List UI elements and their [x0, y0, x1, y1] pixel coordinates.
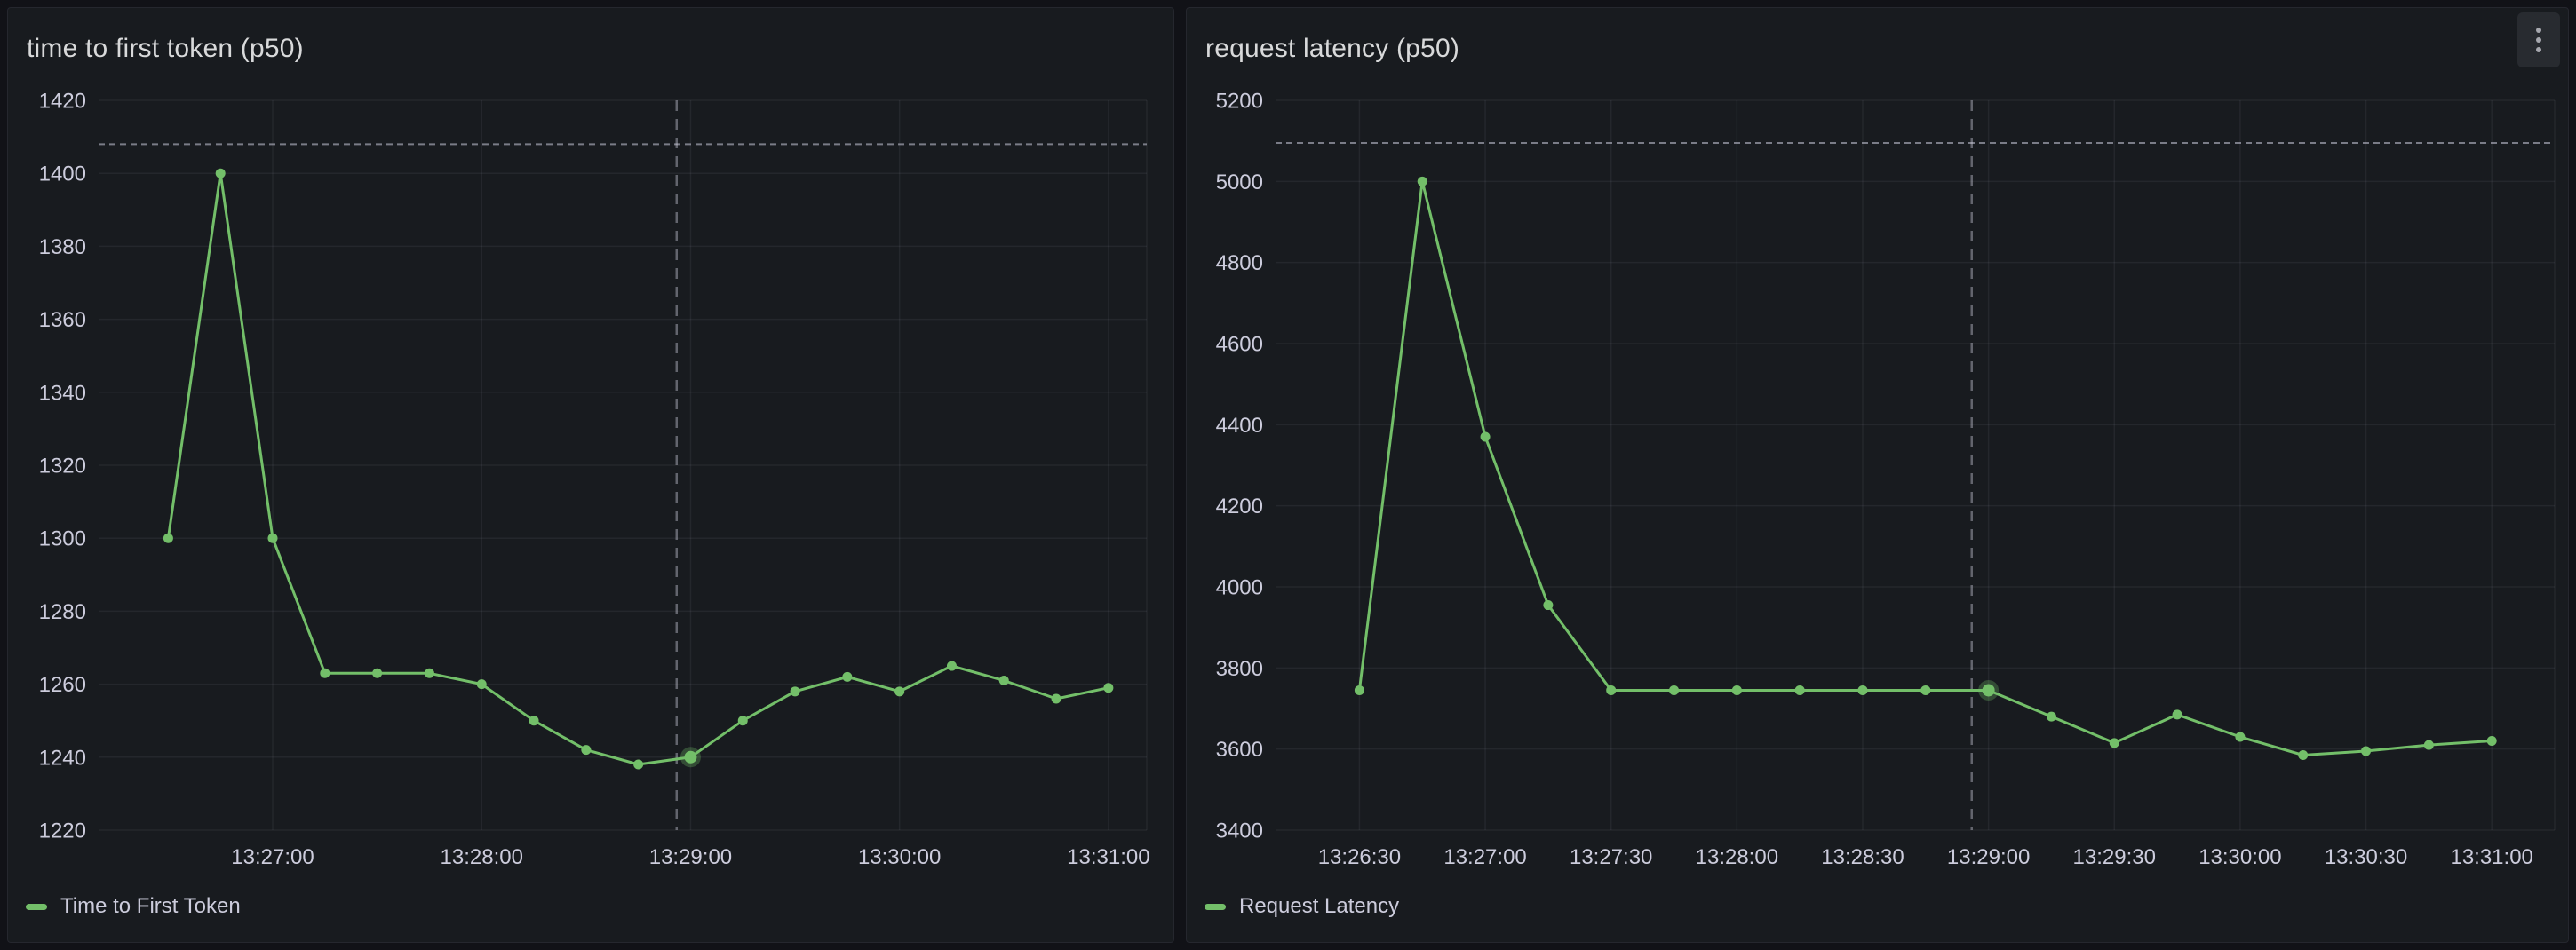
data-point	[1052, 694, 1061, 704]
y-tick-label: 1360	[39, 308, 86, 332]
y-tick-label: 4400	[1216, 414, 1263, 438]
y-tick-label: 1280	[39, 600, 86, 624]
data-point	[2047, 712, 2056, 722]
data-point	[1669, 685, 1679, 695]
legend-item[interactable]: Request Latency	[1205, 892, 1399, 921]
y-tick-label: 1320	[39, 455, 86, 479]
data-point	[842, 672, 852, 682]
data-point	[1732, 685, 1742, 695]
x-tick-label: 13:28:30	[1821, 845, 1904, 869]
panel-menu-button[interactable]	[2517, 12, 2560, 67]
series-color-swatch	[1205, 904, 1226, 910]
data-point	[738, 716, 748, 725]
data-point	[581, 745, 591, 755]
data-point	[2235, 732, 2245, 741]
data-point	[2361, 746, 2371, 756]
legend-item[interactable]: Time to First Token	[26, 892, 241, 921]
data-point	[1481, 432, 1491, 442]
data-point	[1857, 685, 1867, 695]
series-color-swatch	[26, 904, 47, 910]
y-tick-label: 5000	[1216, 170, 1263, 194]
hover-point	[684, 751, 696, 764]
x-tick-label: 13:30:00	[2198, 845, 2281, 869]
data-point	[372, 669, 382, 678]
data-point	[1920, 685, 1930, 695]
data-point	[1418, 177, 1427, 186]
timeseries-chart-ttft[interactable]: 1420 1400 1380 1360 1340 1320 1300 1280 1260 1240…	[8, 8, 1173, 942]
data-point	[633, 760, 643, 770]
data-point	[268, 534, 278, 543]
x-tick-label: 13:27:00	[231, 845, 314, 869]
x-tick-label: 13:27:00	[1443, 845, 1526, 869]
x-tick-label: 13:28:00	[441, 845, 523, 869]
y-tick-label: 3600	[1216, 738, 1263, 762]
x-tick-label: 13:28:00	[1696, 845, 1778, 869]
x-tick-label: 13:29:00	[649, 845, 732, 869]
data-point	[320, 669, 330, 678]
data-point	[2424, 740, 2434, 750]
y-tick-label: 4600	[1216, 333, 1263, 357]
data-point	[477, 679, 487, 689]
data-point	[999, 676, 1009, 685]
panel-request-latency: request latency (p50) 5200 5000 4800 4600 44…	[1186, 7, 2569, 943]
panel-time-to-first-token: time to first token (p50) 1420 1400 1380 13…	[7, 7, 1174, 943]
data-point	[1795, 685, 1805, 695]
y-tick-label: 1220	[39, 819, 86, 843]
y-tick-label: 3800	[1216, 657, 1263, 681]
x-tick-label: 13:29:00	[1947, 845, 2030, 869]
data-point	[529, 716, 539, 725]
x-tick-label: 13:26:30	[1318, 845, 1401, 869]
y-tick-label: 4000	[1216, 576, 1263, 600]
data-point	[1355, 685, 1364, 695]
y-tick-label: 1260	[39, 673, 86, 697]
y-tick-label: 1240	[39, 746, 86, 770]
x-tick-label: 13:31:00	[1067, 845, 1149, 869]
data-point	[163, 534, 173, 543]
panel-title[interactable]: request latency (p50)	[1205, 34, 1459, 64]
data-point	[2487, 736, 2497, 746]
data-point	[791, 686, 800, 696]
y-tick-label: 1400	[39, 162, 86, 186]
series-line	[168, 173, 1109, 764]
x-tick-label: 13:29:30	[2073, 845, 2156, 869]
data-point	[1543, 600, 1553, 610]
y-tick-label: 1380	[39, 235, 86, 259]
x-tick-label: 13:27:30	[1570, 845, 1652, 869]
y-tick-label: 1300	[39, 527, 86, 551]
data-point	[2298, 750, 2308, 760]
y-tick-label: 4800	[1216, 251, 1263, 275]
data-point	[1103, 683, 1113, 693]
kebab-icon	[2536, 28, 2541, 52]
dashboard-page: time to first token (p50) 1420 1400 1380 13…	[0, 0, 2576, 950]
y-tick-label: 5200	[1216, 90, 1263, 114]
data-point	[216, 169, 226, 178]
hover-point	[1983, 684, 1995, 696]
x-tick-label: 13:31:00	[2450, 845, 2532, 869]
y-tick-label: 3400	[1216, 819, 1263, 843]
series-line	[1359, 181, 2492, 755]
y-tick-label: 4200	[1216, 495, 1263, 519]
panel-title[interactable]: time to first token (p50)	[27, 34, 304, 64]
x-tick-label: 13:30:00	[858, 845, 941, 869]
timeseries-chart-request-latency[interactable]: 5200 5000 4800 4600 4400 4200 4000 3800 3600 3400…	[1187, 8, 2568, 942]
data-point	[947, 661, 957, 671]
legend-label: Request Latency	[1239, 894, 1399, 919]
x-tick-label: 13:30:30	[2325, 845, 2407, 869]
y-tick-label: 1340	[39, 381, 86, 405]
data-point	[425, 669, 434, 678]
legend-label: Time to First Token	[60, 894, 241, 919]
data-point	[2110, 738, 2119, 748]
data-point	[894, 686, 904, 696]
data-point	[1606, 685, 1616, 695]
y-tick-label: 1420	[39, 90, 86, 114]
data-point	[2173, 709, 2182, 719]
